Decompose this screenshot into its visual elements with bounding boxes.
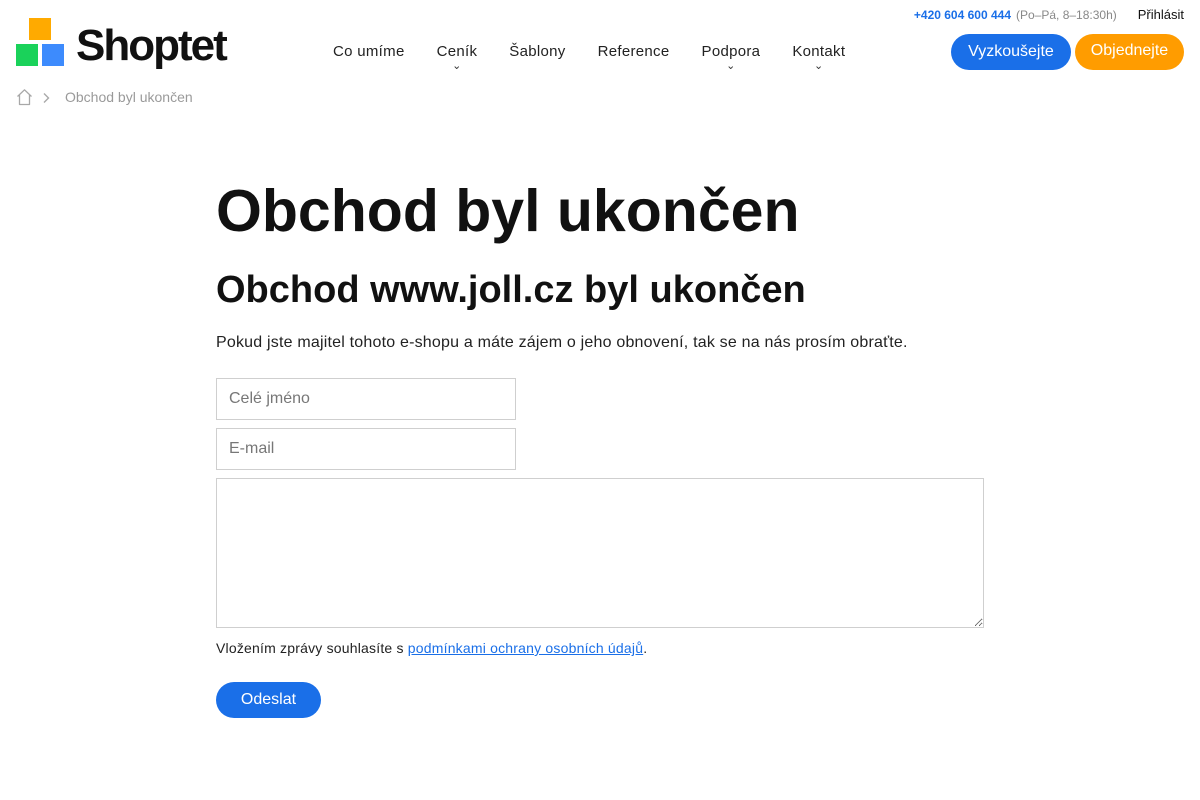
nav-item-kontakt[interactable]: Kontakt ⌄ [776,43,861,72]
consent-suffix: . [643,640,648,656]
submit-button[interactable]: Odeslat [216,682,321,718]
nav-item-label: Kontakt [792,43,846,60]
chevron-down-icon: ⌄ [452,60,462,72]
nav-item-co-umime[interactable]: Co umíme [317,43,421,60]
consent-text: Vložením zprávy souhlasíte s podmínkami … [216,640,986,656]
full-name-input[interactable] [216,378,516,420]
intro-text: Pokud jste majitel tohoto e-shopu a máte… [216,334,908,351]
privacy-policy-link[interactable]: podmínkami ochrany osobních údajů [408,640,643,656]
logo-wordmark: Shoptet [76,21,228,70]
breadcrumb-current: Obchod byl ukončen [65,89,193,105]
chevron-right-icon [41,91,51,103]
nav-item-sablony[interactable]: Šablony [493,43,581,60]
consent-prefix: Vložením zprávy souhlasíte s [216,640,408,656]
logo-square-blue [42,44,64,66]
nav-item-label: Co umíme [333,43,405,60]
nav-item-label: Reference [597,43,670,60]
nav-item-label: Podpora [701,43,761,60]
contact-form: Vložením zprávy souhlasíte s podmínkami … [216,378,986,718]
support-hours: (Po–Pá, 8–18:30h) [1016,8,1117,22]
nav-item-reference[interactable]: Reference [582,43,686,60]
logo-square-orange [29,18,51,40]
page-title: Obchod byl ukončen [216,178,800,244]
nav-item-cenik[interactable]: Ceník ⌄ [421,43,494,72]
shoptet-logo[interactable]: Shoptet [16,18,231,76]
nav-item-label: Ceník [436,43,478,60]
logo-square-green [16,44,38,66]
chevron-down-icon: ⌄ [726,60,736,72]
email-input[interactable] [216,428,516,470]
nav-item-label: Šablony [509,43,566,60]
order-button[interactable]: Objednejte [1075,34,1184,70]
login-link[interactable]: Přihlásit [1138,7,1184,22]
nav-item-podpora[interactable]: Podpora ⌄ [686,43,777,72]
try-button[interactable]: Vyzkoušejte [951,34,1071,70]
phone-link[interactable]: +420 604 600 444 [914,8,1011,22]
main-content: Obchod byl ukončen Obchod www.joll.cz by… [216,178,986,718]
home-icon[interactable] [16,88,33,106]
page-subtitle: Obchod www.joll.cz byl ukončen [216,269,806,311]
chevron-down-icon: ⌄ [814,60,824,72]
message-textarea[interactable] [216,478,984,628]
main-nav: Co umíme Ceník ⌄ Šablony Reference Podpo… [317,43,861,72]
breadcrumb: Obchod byl ukončen [16,88,193,106]
top-bar: +420 604 600 444 (Po–Pá, 8–18:30h) Přihl… [914,7,1184,22]
